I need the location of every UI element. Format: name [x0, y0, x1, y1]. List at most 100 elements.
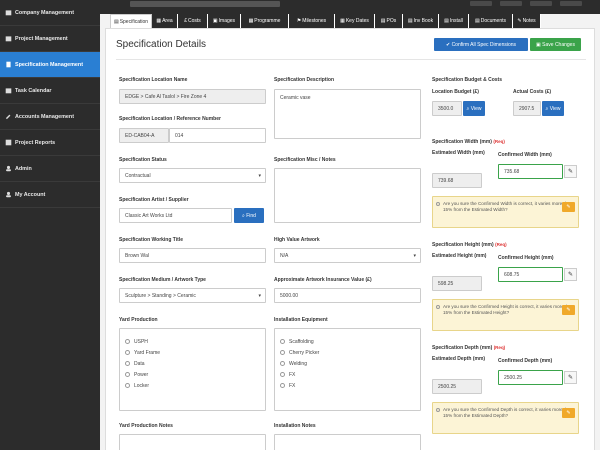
top-bar-button[interactable] [560, 1, 582, 6]
sidebar: Company Management Project Management Sp… [0, 0, 100, 450]
chevron-down-icon: ▾ [258, 293, 261, 299]
sidebar-item-specification-management[interactable]: Specification Management [0, 52, 100, 78]
width-warning-edit-button[interactable]: ✎ [562, 202, 575, 212]
checkbox-scaffolding[interactable]: Scaffolding [280, 336, 319, 347]
pencil-icon: ✎ [567, 169, 574, 175]
install-equipment-label: Installation Equipment [274, 317, 328, 323]
edit-depth-button[interactable]: ✎ [564, 371, 577, 384]
breadcrumb [130, 1, 280, 7]
high-value-select[interactable]: N/A ▾ [274, 248, 421, 263]
estimated-depth-field: 2500.25 [432, 379, 482, 394]
working-title-field[interactable]: Brown Wal [119, 248, 266, 263]
checkbox-cherry-picker[interactable]: Cherry Picker [280, 347, 319, 358]
sidebar-item-label: My Account [15, 191, 46, 198]
warning-checkbox[interactable] [436, 408, 440, 412]
tab-milestones[interactable]: ⚑ Milestones [289, 14, 335, 28]
sidebar-item-label: Project Management [15, 35, 68, 42]
edit-width-button[interactable]: ✎ [564, 165, 577, 178]
checkbox-power[interactable]: Power [125, 369, 160, 380]
book-icon: ▤ [407, 18, 413, 24]
flag-icon: ⚑ [296, 18, 302, 24]
checkbox-locker[interactable]: Locker [125, 380, 160, 391]
tab-specification[interactable]: ▤ Specification [110, 14, 152, 28]
save-changes-button[interactable]: ▣ Save Changes [530, 38, 581, 51]
depth-warning-edit-button[interactable]: ✎ [562, 408, 575, 418]
sidebar-item-label: Task Calendar [15, 87, 52, 94]
document-icon: ▤ [113, 18, 119, 25]
tab-pos[interactable]: ▤ POs [375, 14, 403, 28]
top-bar [100, 0, 600, 14]
warning-checkbox[interactable] [436, 305, 440, 309]
insurance-field[interactable]: 5000.00 [274, 288, 421, 303]
checkbox-fx-2[interactable]: FX [280, 380, 319, 391]
checkbox-fx[interactable]: FX [280, 369, 319, 380]
status-select[interactable]: Contractual ▾ [119, 168, 266, 183]
status-label: Specification Status [119, 157, 167, 163]
sidebar-item-my-account[interactable]: My Account [0, 182, 100, 208]
confirmed-height-field[interactable]: 608.75 [498, 267, 563, 282]
checkbox-welding[interactable]: Welding [280, 358, 319, 369]
calendar-icon: ▦ [248, 18, 254, 24]
height-title: Specification Height (mm) (Req) [432, 242, 507, 248]
find-artist-button[interactable]: ⌕ Find [234, 208, 264, 223]
location-ref-field[interactable]: 014 [169, 128, 266, 143]
misc-notes-field[interactable] [274, 168, 421, 223]
edit-height-button[interactable]: ✎ [564, 268, 577, 281]
checkbox-usph[interactable]: USPH [125, 336, 160, 347]
install-notes-label: Installation Notes [274, 423, 316, 429]
radio-icon [280, 372, 285, 377]
description-field[interactable]: Ceramic vase [274, 89, 421, 139]
radio-icon [280, 350, 285, 355]
calendar-icon [5, 87, 12, 94]
tab-notes[interactable]: ✎ Notes [513, 14, 541, 28]
top-bar-button[interactable] [500, 1, 522, 6]
sidebar-item-label: Project Reports [15, 139, 56, 146]
sidebar-item-project-management[interactable]: Project Management [0, 26, 100, 52]
tab-programme[interactable]: ▦ Programme [241, 14, 289, 28]
view-location-budget-button[interactable]: ⌕ View [463, 101, 485, 116]
artist-field[interactable]: Classic Art Works Ltd [119, 208, 232, 223]
width-warning: Are you sure the Confirmed Width is corr… [432, 196, 579, 228]
top-bar-button[interactable] [470, 1, 492, 6]
warning-checkbox[interactable] [436, 202, 440, 206]
radio-icon [125, 339, 130, 344]
pencil-icon: ✎ [567, 375, 574, 381]
high-value-label: High Value Artwork [274, 237, 320, 243]
checkbox-yard-frame[interactable]: Yard Frame [125, 347, 160, 358]
medium-label: Specification Medium / Artwork Type [119, 277, 206, 283]
top-bar-button[interactable] [530, 1, 552, 6]
medium-select[interactable]: Sculpture > Standing > Ceramic ▾ [119, 288, 266, 303]
confirmed-height-label: Confirmed Height (mm) [498, 255, 554, 261]
tab-install[interactable]: ▤ Install [439, 14, 469, 28]
sidebar-item-company-management[interactable]: Company Management [0, 0, 100, 26]
view-actual-costs-button[interactable]: ⌕ View [542, 101, 564, 116]
tab-costs[interactable]: £ Costs [178, 14, 208, 28]
folder-icon [5, 35, 12, 42]
sidebar-item-admin[interactable]: Admin [0, 156, 100, 182]
checkbox-data[interactable]: Data [125, 358, 160, 369]
confirmed-depth-field[interactable]: 2500.25 [498, 370, 563, 385]
specification-panel: Specification Details ✔ Confirm All Spec… [105, 28, 595, 450]
pencil-icon: ✎ [566, 204, 571, 210]
user-icon [5, 191, 12, 198]
tab-documents[interactable]: ▤ Documents [469, 14, 513, 28]
radio-icon [280, 361, 285, 366]
confirm-all-dimensions-button[interactable]: ✔ Confirm All Spec Dimensions [434, 38, 528, 51]
tab-inv-book[interactable]: ▤ Inv Book [403, 14, 439, 28]
budget-title: Specification Budget & Costs [432, 77, 503, 83]
yard-notes-field[interactable] [119, 434, 266, 450]
tab-images[interactable]: ▣ Images [208, 14, 241, 28]
tab-key-dates[interactable]: ▦ Key Dates [335, 14, 375, 28]
location-name-field[interactable]: EDGE > Cafe Al Taslol > Fire Zone 4 [119, 89, 266, 104]
sidebar-item-project-reports[interactable]: Project Reports [0, 130, 100, 156]
estimated-height-label: Estimated Height (mm) [432, 253, 487, 259]
height-warning-edit-button[interactable]: ✎ [562, 305, 575, 315]
actual-costs-label: Actual Costs (£) [513, 89, 552, 95]
confirmed-width-field[interactable]: 735.68 [498, 164, 563, 179]
radio-icon [125, 350, 130, 355]
sidebar-item-accounts-management[interactable]: Accounts Management [0, 104, 100, 130]
sidebar-item-task-calendar[interactable]: Task Calendar [0, 78, 100, 104]
install-notes-field[interactable] [274, 434, 421, 450]
tab-area[interactable]: ▦ Area [152, 14, 178, 28]
pencil-icon: ✎ [566, 307, 571, 313]
